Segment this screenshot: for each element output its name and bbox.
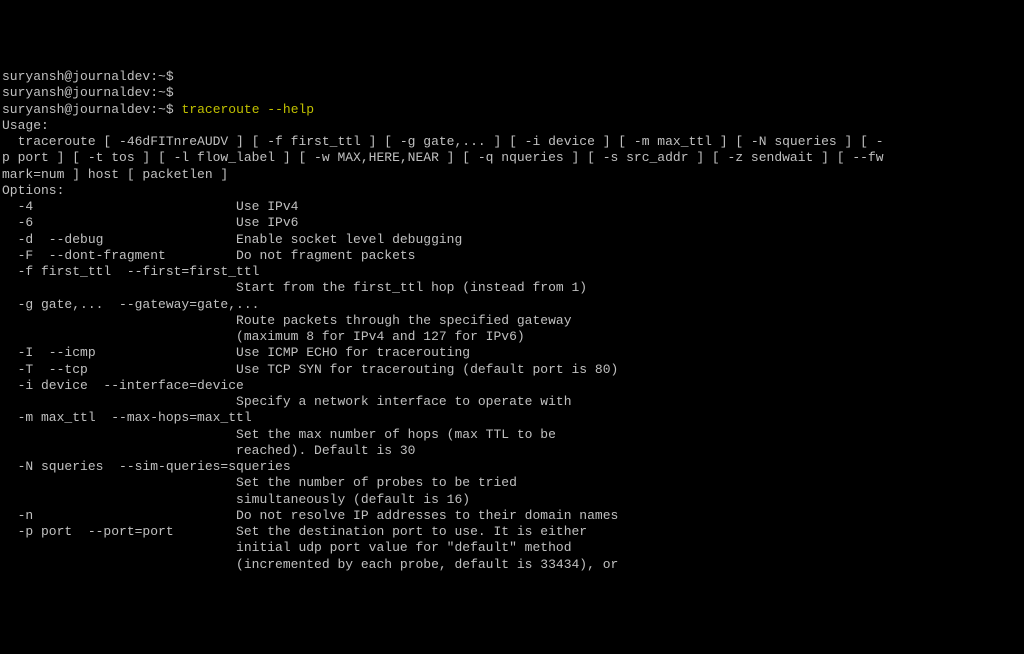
prompt-path: ~ xyxy=(158,85,166,100)
output-line: Start from the first_ttl hop (instead fr… xyxy=(2,280,1022,296)
output-line: (incremented by each probe, default is 3… xyxy=(2,557,1022,573)
prompt-path: ~ xyxy=(158,102,166,117)
output-line: p port ] [ -t tos ] [ -l flow_label ] [ … xyxy=(2,150,1022,166)
output-line: Options: xyxy=(2,183,1022,199)
output-line: -4 Use IPv4 xyxy=(2,199,1022,215)
output-line: reached). Default is 30 xyxy=(2,443,1022,459)
prompt-line-3: suryansh@journaldev:~$ traceroute --help xyxy=(2,102,1022,118)
prompt-user: suryansh@journaldev xyxy=(2,85,150,100)
prompt-symbol: $ xyxy=(166,85,174,100)
output-line: (maximum 8 for IPv4 and 127 for IPv6) xyxy=(2,329,1022,345)
output-line: -f first_ttl --first=first_ttl xyxy=(2,264,1022,280)
output-line: traceroute [ -46dFITnreAUDV ] [ -f first… xyxy=(2,134,1022,150)
output-line: -g gate,... --gateway=gate,... xyxy=(2,297,1022,313)
output-line: -F --dont-fragment Do not fragment packe… xyxy=(2,248,1022,264)
prompt-path: ~ xyxy=(158,69,166,84)
terminal-window[interactable]: suryansh@journaldev:~$ suryansh@journald… xyxy=(2,69,1022,573)
output-line: -I --icmp Use ICMP ECHO for tracerouting xyxy=(2,345,1022,361)
prompt-user: suryansh@journaldev xyxy=(2,102,150,117)
command-input[interactable]: traceroute --help xyxy=(181,102,314,117)
output-line: Route packets through the specified gate… xyxy=(2,313,1022,329)
output-line: -N squeries --sim-queries=squeries xyxy=(2,459,1022,475)
prompt-user: suryansh@journaldev xyxy=(2,69,150,84)
prompt-line-1: suryansh@journaldev:~$ xyxy=(2,69,1022,85)
output-line: initial udp port value for "default" met… xyxy=(2,540,1022,556)
prompt-line-2: suryansh@journaldev:~$ xyxy=(2,85,1022,101)
output-line: -n Do not resolve IP addresses to their … xyxy=(2,508,1022,524)
output-line: -T --tcp Use TCP SYN for tracerouting (d… xyxy=(2,362,1022,378)
output-line: -m max_ttl --max-hops=max_ttl xyxy=(2,410,1022,426)
output-line: -i device --interface=device xyxy=(2,378,1022,394)
prompt-symbol: $ xyxy=(166,69,174,84)
output-line: Set the number of probes to be tried xyxy=(2,475,1022,491)
output-line: mark=num ] host [ packetlen ] xyxy=(2,167,1022,183)
output-line: -6 Use IPv6 xyxy=(2,215,1022,231)
output-line: -d --debug Enable socket level debugging xyxy=(2,232,1022,248)
output-line: simultaneously (default is 16) xyxy=(2,492,1022,508)
output-line: Set the max number of hops (max TTL to b… xyxy=(2,427,1022,443)
output-line: Specify a network interface to operate w… xyxy=(2,394,1022,410)
output-line: -p port --port=port Set the destination … xyxy=(2,524,1022,540)
prompt-symbol: $ xyxy=(166,102,174,117)
output-line: Usage: xyxy=(2,118,1022,134)
